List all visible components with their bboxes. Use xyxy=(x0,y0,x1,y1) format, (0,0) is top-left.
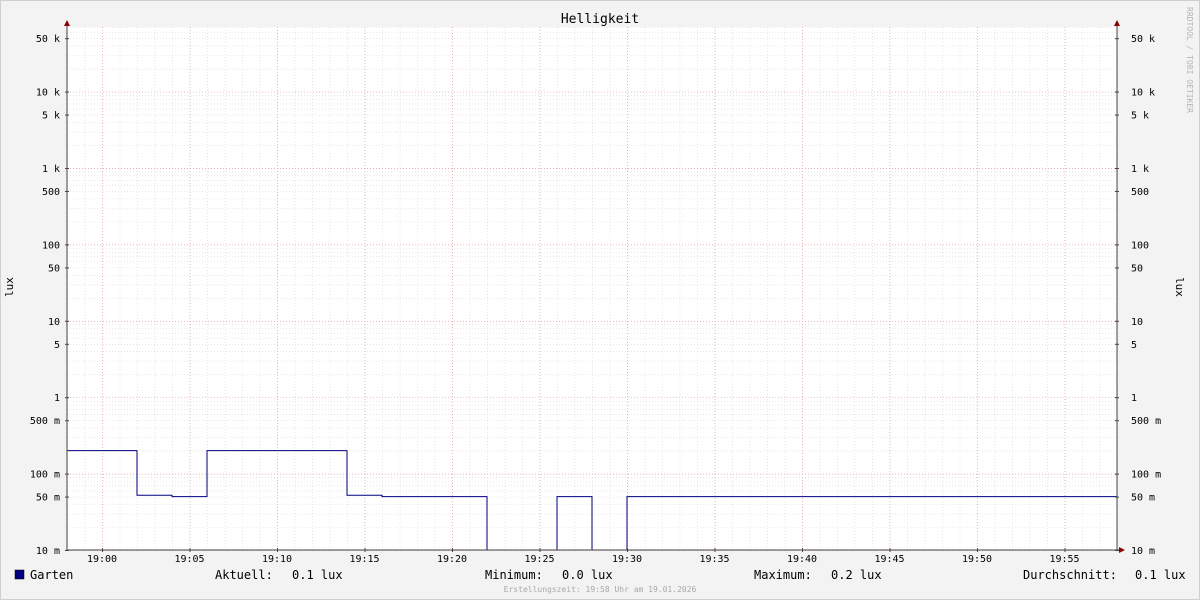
chart-title: Helligkeit xyxy=(561,12,639,27)
y-tick-label-right: 500 m xyxy=(1131,416,1161,427)
y-tick-label-right: 100 xyxy=(1131,240,1149,251)
y-tick-label-right: 100 m xyxy=(1131,470,1161,481)
x-tick-label: 19:25 xyxy=(524,554,554,565)
legend-min-label: Minimum: xyxy=(485,568,543,582)
y-ticks-left: 50 k 10 k 5 k 1 k 500 100 50 10 5 1 500 m 100 m 50 m… xyxy=(30,34,69,557)
y-axis-label-right: lux xyxy=(1173,277,1186,297)
x-tick-label: 19:05 xyxy=(174,554,204,565)
x-tick-label: 19:15 xyxy=(349,554,379,565)
y-tick-label-left: 50 m xyxy=(36,493,60,504)
y-ticks-right: 50 k 10 k 5 k 1 k 500 100 50 10 5 1 500 m 100 m 50 m… xyxy=(1115,34,1161,557)
legend-min-value: 0.0 lux xyxy=(562,568,613,582)
y-tick-label-left: 500 xyxy=(42,187,60,198)
legend-swatch-garten xyxy=(14,569,25,580)
x-tick-label: 19:35 xyxy=(699,554,729,565)
y-tick-label-left: 5 k xyxy=(42,111,60,122)
y-tick-label-left: 5 xyxy=(54,340,60,351)
x-axis-arrow-icon xyxy=(1119,547,1125,553)
legend-max-value: 0.2 lux xyxy=(831,568,882,582)
legend-current-label: Aktuell: xyxy=(215,568,273,582)
y-tick-label-left: 1 k xyxy=(42,164,60,175)
x-tick-label: 19:50 xyxy=(962,554,992,565)
y-tick-label-right: 50 xyxy=(1131,263,1143,274)
rrdtool-watermark: RRDTOOL / TOBI OETIKER xyxy=(1185,7,1194,113)
y-tick-label-right: 500 xyxy=(1131,187,1149,198)
x-tick-label: 19:00 xyxy=(87,554,117,565)
x-tick-label: 19:10 xyxy=(262,554,292,565)
y-axis-label-left: lux xyxy=(3,277,16,297)
y-tick-label-right: 5 xyxy=(1131,340,1137,351)
y-tick-label-right: 50 m xyxy=(1131,493,1155,504)
y-tick-label-left: 100 m xyxy=(30,470,60,481)
plot-area xyxy=(67,27,1117,550)
y-tick-label-right: 1 xyxy=(1131,393,1137,404)
chart-canvas: 50 k 10 k 5 k 1 k 500 100 50 10 5 1 500 m 100 m 50 m… xyxy=(3,7,1194,594)
y-tick-label-left: 10 xyxy=(48,317,60,328)
y-tick-label-left: 500 m xyxy=(30,416,60,427)
y-tick-label-right: 10 xyxy=(1131,317,1143,328)
y-tick-label-right: 50 k xyxy=(1131,34,1155,45)
legend-current-value: 0.1 lux xyxy=(292,568,343,582)
legend-max-label: Maximum: xyxy=(754,568,812,582)
y-tick-label-left: 1 xyxy=(54,393,60,404)
y-axis-left-arrow-icon xyxy=(64,20,70,26)
y-tick-label-right: 1 k xyxy=(1131,164,1149,175)
y-tick-label-left: 50 k xyxy=(36,34,60,45)
y-tick-label-left: 100 xyxy=(42,240,60,251)
y-tick-label-right: 10 m xyxy=(1131,546,1155,557)
legend-avg-label: Durchschnitt: xyxy=(1023,568,1117,582)
y-tick-label-left: 10 m xyxy=(36,546,60,557)
x-tick-label: 19:20 xyxy=(437,554,467,565)
creation-time-footer: Erstellungszeit: 19:58 Uhr am 19.01.2026 xyxy=(504,585,697,594)
y-tick-label-left: 50 xyxy=(48,263,60,274)
y-tick-label-right: 5 k xyxy=(1131,111,1149,122)
x-tick-label: 19:45 xyxy=(874,554,904,565)
y-tick-label-left: 10 k xyxy=(36,88,60,99)
legend-series-name: Garten xyxy=(30,568,73,582)
x-tick-label: 19:30 xyxy=(612,554,642,565)
x-tick-label: 19:40 xyxy=(787,554,817,565)
y-tick-label-right: 10 k xyxy=(1131,88,1155,99)
legend: Garten Aktuell: 0.1 lux Minimum: 0.0 lux… xyxy=(14,568,1186,582)
y-axis-right-arrow-icon xyxy=(1114,20,1120,26)
legend-avg-value: 0.1 lux xyxy=(1135,568,1186,582)
x-tick-label: 19:55 xyxy=(1049,554,1079,565)
